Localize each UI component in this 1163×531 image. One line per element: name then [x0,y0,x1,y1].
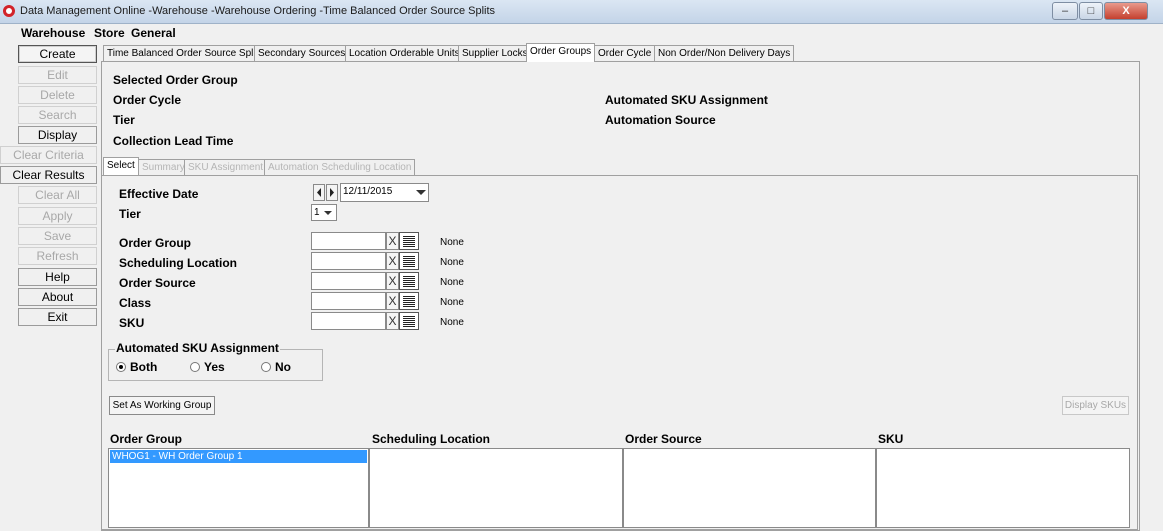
list-item[interactable]: WHOG1 - WH Order Group 1 [110,450,367,463]
set-as-working-group-button[interactable]: Set As Working Group [109,396,215,415]
clear-all-button[interactable]: Clear All [18,186,97,204]
chevron-down-icon [324,211,332,215]
list-icon[interactable] [399,312,419,330]
save-button[interactable]: Save [18,227,97,245]
title-bar: Data Management Online -Warehouse -Wareh… [0,0,1163,24]
clear-icon[interactable]: X [386,272,399,290]
exit-button[interactable]: Exit [18,308,97,326]
effective-date-value: 12/11/2015 [343,186,393,197]
subtab-sku-assignment[interactable]: SKU Assignment [184,159,268,176]
collection-lead-time-label: Collection Lead Time [113,134,234,148]
automation-source-label: Automation Source [605,113,716,127]
radio-yes[interactable] [190,362,200,372]
class-label: Class [119,296,152,310]
display-skus-button[interactable]: Display SKUs [1062,396,1129,415]
order-group-input[interactable] [311,232,386,250]
edit-button[interactable]: Edit [18,66,97,84]
subtab-select[interactable]: Select [103,157,139,175]
chevron-down-icon [416,190,426,195]
sku-input[interactable] [311,312,386,330]
scheduling-location-label: Scheduling Location [119,256,238,270]
refresh-button[interactable]: Refresh [18,247,97,265]
tab-secondary-sources[interactable]: Secondary Sources [254,45,350,62]
previous-date-button[interactable] [313,184,325,201]
window-title: Data Management Online -Warehouse -Wareh… [20,5,496,17]
left-arrow-icon [317,188,321,197]
menu-bar: Warehouse Store General [0,24,1163,42]
radio-no[interactable] [261,362,271,372]
subtab-automation-scheduling-location[interactable]: Automation Scheduling Location [264,159,416,176]
next-date-button[interactable] [326,184,338,201]
sku-list[interactable] [876,448,1130,528]
radio-yes-label: Yes [204,360,225,374]
tier-label: Tier [119,207,141,221]
order-group-description: None [440,237,464,248]
order-source-list[interactable] [623,448,876,528]
clear-icon[interactable]: X [386,252,399,270]
clear-icon[interactable]: X [386,232,399,250]
col-scheduling-location: Scheduling Location [372,432,491,446]
automated-group-title: Automated SKU Assignment [115,341,280,355]
right-arrow-icon [330,188,334,197]
list-icon[interactable] [399,292,419,310]
col-sku: SKU [878,432,904,446]
list-icon[interactable] [399,252,419,270]
tier-info-label: Tier [113,113,135,127]
class-input[interactable] [311,292,386,310]
search-button[interactable]: Search [18,106,97,124]
subtab-summary[interactable]: Summary [138,159,189,176]
oracle-app-icon [3,5,15,17]
scheduling-location-description: None [440,257,464,268]
sku-description: None [440,317,464,328]
list-icon[interactable] [399,272,419,290]
about-button[interactable]: About [18,288,97,306]
minimize-button[interactable]: – [1052,2,1078,20]
order-source-label: Order Source [119,276,196,290]
list-icon[interactable] [399,232,419,250]
radio-no-label: No [275,360,291,374]
tab-order-groups[interactable]: Order Groups [526,43,596,62]
clear-icon[interactable]: X [386,292,399,310]
create-button[interactable]: Create [18,45,97,63]
class-description: None [440,297,464,308]
col-order-group: Order Group [110,432,183,446]
clear-criteria-button[interactable]: Clear Criteria [0,146,97,164]
close-button[interactable]: X [1104,2,1148,20]
tab-non-order-days[interactable]: Non Order/Non Delivery Days [654,45,795,62]
tab-time-balanced-splits[interactable]: Time Balanced Order Source Splits [103,45,268,62]
scheduling-location-list[interactable] [369,448,623,528]
radio-both[interactable] [116,362,126,372]
tab-supplier-locks[interactable]: Supplier Locks [458,45,532,62]
display-button[interactable]: Display [18,126,97,144]
order-group-label: Order Group [119,236,192,250]
effective-date-label: Effective Date [119,187,199,201]
tab-location-orderable-units[interactable]: Location Orderable Units [345,45,464,62]
tab-order-cycle[interactable]: Order Cycle [594,45,656,62]
col-order-source: Order Source [625,432,702,446]
automated-sku-assignment-label: Automated SKU Assignment [605,93,768,107]
apply-button[interactable]: Apply [18,207,97,225]
clear-icon[interactable]: X [386,312,399,330]
help-button[interactable]: Help [18,268,97,286]
clear-results-button[interactable]: Clear Results [0,166,97,184]
tier-value: 1 [314,207,320,218]
radio-both-label: Both [130,360,158,374]
delete-button[interactable]: Delete [18,86,97,104]
order-group-list[interactable]: WHOG1 - WH Order Group 1 [108,448,369,528]
maximize-button[interactable]: □ [1079,2,1103,20]
selected-order-group-label: Selected Order Group [113,73,238,87]
effective-date-field[interactable]: 12/11/2015 [340,183,429,202]
order-cycle-label: Order Cycle [113,93,182,107]
order-source-description: None [440,277,464,288]
tier-select[interactable]: 1 [311,204,337,221]
menu-warehouse[interactable]: Warehouse [21,26,85,40]
menu-general[interactable]: General [131,26,176,40]
order-source-input[interactable] [311,272,386,290]
scheduling-location-input[interactable] [311,252,386,270]
sku-label: SKU [119,316,145,330]
menu-store[interactable]: Store [94,26,125,40]
